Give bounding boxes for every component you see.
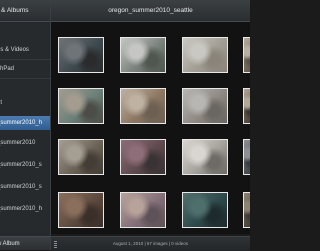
sidebar-item-album[interactable]: _summer2010_s bbox=[0, 180, 50, 194]
photo-white-shells[interactable] bbox=[183, 140, 227, 174]
photo-green-anemone[interactable] bbox=[59, 89, 103, 123]
sidebar-item-night[interactable]: ht bbox=[0, 96, 50, 110]
main-header: oregon_summer2010_seattle bbox=[51, 0, 250, 22]
sidebar: s & Albums os & Videos chPad ht _summer2… bbox=[0, 0, 51, 250]
photo-barnacles-1[interactable] bbox=[244, 89, 250, 123]
sidebar-item-album-selected[interactable]: _summer2010_h bbox=[0, 116, 50, 130]
sidebar-item-album[interactable]: _summer2010_s bbox=[0, 158, 50, 172]
photo-grid bbox=[51, 22, 250, 234]
new-album-button[interactable]: w Album bbox=[0, 236, 50, 250]
photo-beach-horizon[interactable] bbox=[121, 38, 165, 72]
album-title: oregon_summer2010_seattle bbox=[108, 7, 193, 14]
photo-pebble-beach[interactable] bbox=[244, 193, 250, 227]
sidebar-divider bbox=[0, 78, 50, 79]
status-bar: August 1, 2010 | 67 images | 0 videos bbox=[51, 236, 250, 251]
album-status: August 1, 2010 | 67 images | 0 videos bbox=[112, 241, 189, 246]
photo-mussels[interactable] bbox=[244, 140, 250, 174]
sidebar-header: s & Albums bbox=[0, 0, 50, 22]
photo-pink-seastar[interactable] bbox=[121, 193, 165, 227]
photo-starfish-rocks[interactable] bbox=[59, 193, 103, 227]
sidebar-item-album[interactable]: _summer2010_h bbox=[0, 202, 50, 216]
photo-purple-tidepool[interactable] bbox=[121, 140, 165, 174]
photo-barnacles-2[interactable] bbox=[59, 140, 103, 174]
photo-green-pool[interactable] bbox=[183, 193, 227, 227]
photo-tidepool-pink[interactable] bbox=[121, 89, 165, 123]
sidebar-item-photos-videos[interactable]: os & Videos bbox=[0, 43, 50, 57]
photo-rocks-shells[interactable] bbox=[183, 89, 227, 123]
sidebar-divider bbox=[0, 59, 50, 60]
photo-seagull[interactable] bbox=[183, 38, 227, 72]
photo-window-view[interactable] bbox=[59, 38, 103, 72]
sidebar-item-album[interactable]: _summer2010 bbox=[0, 136, 50, 150]
photo-sea-anemone[interactable] bbox=[244, 38, 250, 72]
sidebar-item-touchpad[interactable]: chPad bbox=[0, 62, 50, 76]
